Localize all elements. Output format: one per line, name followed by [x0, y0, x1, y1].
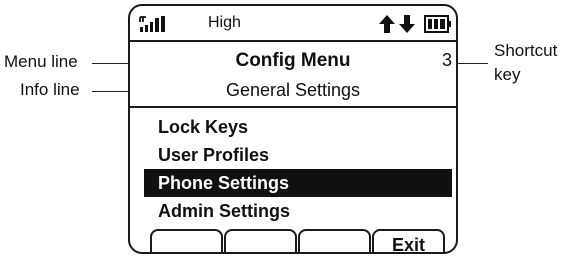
callout-shortcut-key: Shortcut key: [494, 39, 557, 87]
softkey-bar: Exit: [150, 229, 446, 252]
menu-list: Lock Keys User Profiles Phone Settings A…: [144, 113, 456, 225]
softkey-2[interactable]: [224, 229, 297, 252]
status-bar: High: [130, 6, 456, 42]
menu-item-lock-keys[interactable]: Lock Keys: [146, 113, 456, 141]
signal-strength-icon: [139, 16, 165, 32]
battery-icon: [424, 15, 451, 33]
menu-item-phone-settings[interactable]: Phone Settings: [144, 169, 452, 197]
up-down-arrows-icon: [379, 15, 415, 33]
softkey-exit[interactable]: Exit: [372, 229, 445, 252]
info-line: General Settings: [130, 78, 456, 108]
info-text: General Settings: [225, 80, 361, 100]
callout-menu-line: Menu line: [4, 52, 78, 71]
phone-display: High Config Menu 3 General Settings Lock…: [128, 4, 458, 254]
menu-item-admin-settings[interactable]: Admin Settings: [146, 197, 456, 225]
menu-title: Config Menu: [235, 50, 351, 71]
callout-shortcut-key-line2: key: [494, 65, 521, 84]
callout-info-line: Info line: [20, 80, 80, 99]
menu-item-user-profiles[interactable]: User Profiles: [146, 141, 456, 169]
softkey-1[interactable]: [150, 229, 223, 252]
menu-line: Config Menu 3: [130, 44, 456, 72]
shortcut-key: 3: [441, 50, 452, 70]
softkey-3[interactable]: [298, 229, 371, 252]
status-text: High: [208, 14, 241, 31]
callout-shortcut-key-line1: Shortcut: [494, 41, 558, 60]
